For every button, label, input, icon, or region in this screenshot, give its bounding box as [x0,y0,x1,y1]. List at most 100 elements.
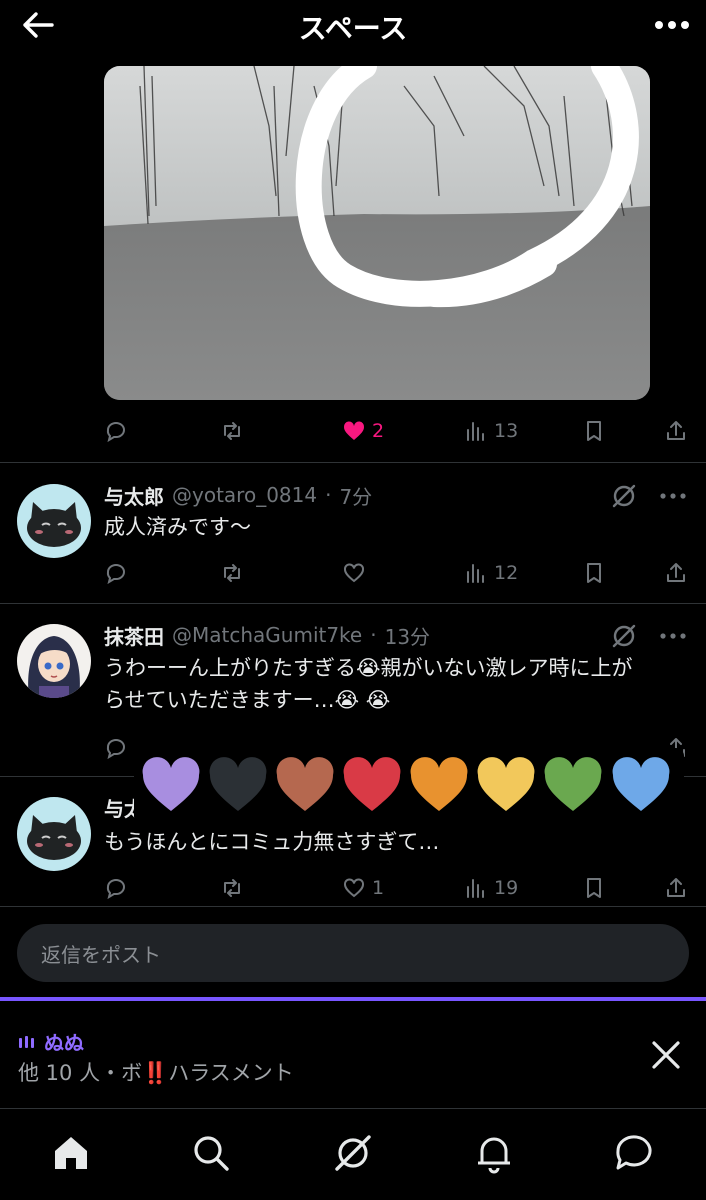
share-icon [667,878,685,897]
yellow-heart-icon[interactable] [475,756,537,814]
more-icon [660,633,686,639]
red-heart-icon[interactable] [341,756,403,814]
header: スペース [0,0,706,50]
post-more-button[interactable] [656,482,690,510]
heart-shape [544,757,602,811]
more-icon [660,493,686,499]
grok-icon[interactable] [331,1131,375,1175]
display-name[interactable]: 抹茶田 [104,621,164,650]
page-title: スペース [298,12,408,45]
analytics-icon [467,564,484,583]
bottom-tab-bar [0,1108,706,1200]
post-text-line: らせていただきますー…😭 😭 [104,688,391,712]
home-icon[interactable] [49,1131,93,1175]
more-options-button[interactable] [652,8,692,42]
audio-bars-icon [19,1035,34,1048]
reply-icon [106,739,125,760]
analytics-icon [467,422,484,441]
more-icon [655,21,689,29]
reply-icon [106,879,125,900]
brown-heart-icon[interactable] [274,756,336,814]
orange-heart-icon[interactable] [408,756,470,814]
share-button[interactable] [664,413,688,449]
analytics-icon [467,879,484,898]
reply-button[interactable] [104,413,128,449]
reply-placeholder: 返信をポスト [41,943,161,967]
views-button[interactable]: 19 [464,870,518,906]
notifications-icon[interactable] [472,1131,516,1175]
bookmark-button[interactable] [582,870,606,906]
search-icon[interactable] [189,1131,233,1175]
repost-button[interactable] [220,870,244,906]
repost-button[interactable] [220,555,244,591]
heart-filled-icon [343,421,365,440]
repost-button[interactable] [220,413,244,449]
timestamp: 7分 [339,484,373,509]
divider [0,906,706,907]
views-button[interactable]: 13 [464,413,518,449]
post-header: 抹茶田 @MatchaGumit7ke · 13分 [104,620,430,650]
space-dock[interactable]: ぬぬ 他 10 人・ボ‼️ハラスメント [0,1001,706,1107]
post-text: もうほんとにコミュ力無さすぎて… [104,830,440,854]
black-cat-avatar-icon [17,797,91,871]
reply-button[interactable] [104,555,128,591]
share-button[interactable] [664,870,688,906]
top-post-actions: 2 13 [104,413,690,449]
reply-input[interactable]: 返信をポスト [17,924,689,982]
post-actions: 12 [104,555,690,591]
heart-shape [612,757,670,811]
black-cat-avatar-icon [17,484,91,558]
display-name[interactable]: 与太郎 [104,481,164,510]
views-button[interactable]: 12 [464,555,518,591]
heart-shape [276,757,334,811]
close-icon[interactable] [646,1035,686,1075]
avatar[interactable] [17,484,91,558]
bookmark-icon [587,563,601,583]
bookmark-button[interactable] [582,555,606,591]
green-heart-icon[interactable] [542,756,604,814]
share-icon [667,421,685,440]
like-button[interactable] [342,555,366,591]
post-header: 与太郎 @yotaro_0814 · 7分 [104,480,372,510]
heart-shape [209,757,267,811]
post-more-button[interactable] [656,622,690,650]
blue-heart-icon[interactable] [610,756,672,814]
handle[interactable]: @MatchaGumit7ke [172,623,362,647]
space-info: 他 10 人・ボ‼️ハラスメント [18,1061,294,1085]
like-button[interactable]: 2 [342,413,384,449]
anime-girl-avatar-icon [17,624,91,698]
repost-icon [224,422,240,440]
post-image[interactable] [104,66,650,400]
reply-button[interactable] [104,870,128,906]
post-1[interactable]: 与太郎 @yotaro_0814 · 7分 成人済みです〜 12 [0,480,706,600]
reply-button[interactable] [104,730,128,766]
share-button[interactable] [664,555,688,591]
messages-icon[interactable] [612,1131,656,1175]
share-icon [667,563,685,582]
heart-icon [344,878,364,898]
heart-shape [410,757,468,811]
avatar[interactable] [17,797,91,871]
reply-icon [106,422,125,443]
grok-icon [612,624,636,648]
like-count: 1 [372,877,385,899]
avatar[interactable] [17,624,91,698]
purple-heart-icon[interactable] [140,756,202,814]
black-heart-icon[interactable] [207,756,269,814]
post-text: 成人済みです〜 [104,515,251,539]
divider [0,603,706,604]
grok-button[interactable] [610,482,638,510]
grok-icon [612,484,636,508]
divider [0,462,706,463]
heart-shape [343,757,401,811]
grok-button[interactable] [610,622,638,650]
handle[interactable]: @yotaro_0814 [172,483,317,507]
heart-shape [477,757,535,811]
bookmark-icon [587,878,601,898]
like-button[interactable]: 1 [342,870,384,906]
bookmark-button[interactable] [582,413,606,449]
repost-icon [224,879,240,897]
repost-icon [224,564,240,582]
view-count: 19 [494,877,519,899]
sketch-photo [104,66,650,400]
